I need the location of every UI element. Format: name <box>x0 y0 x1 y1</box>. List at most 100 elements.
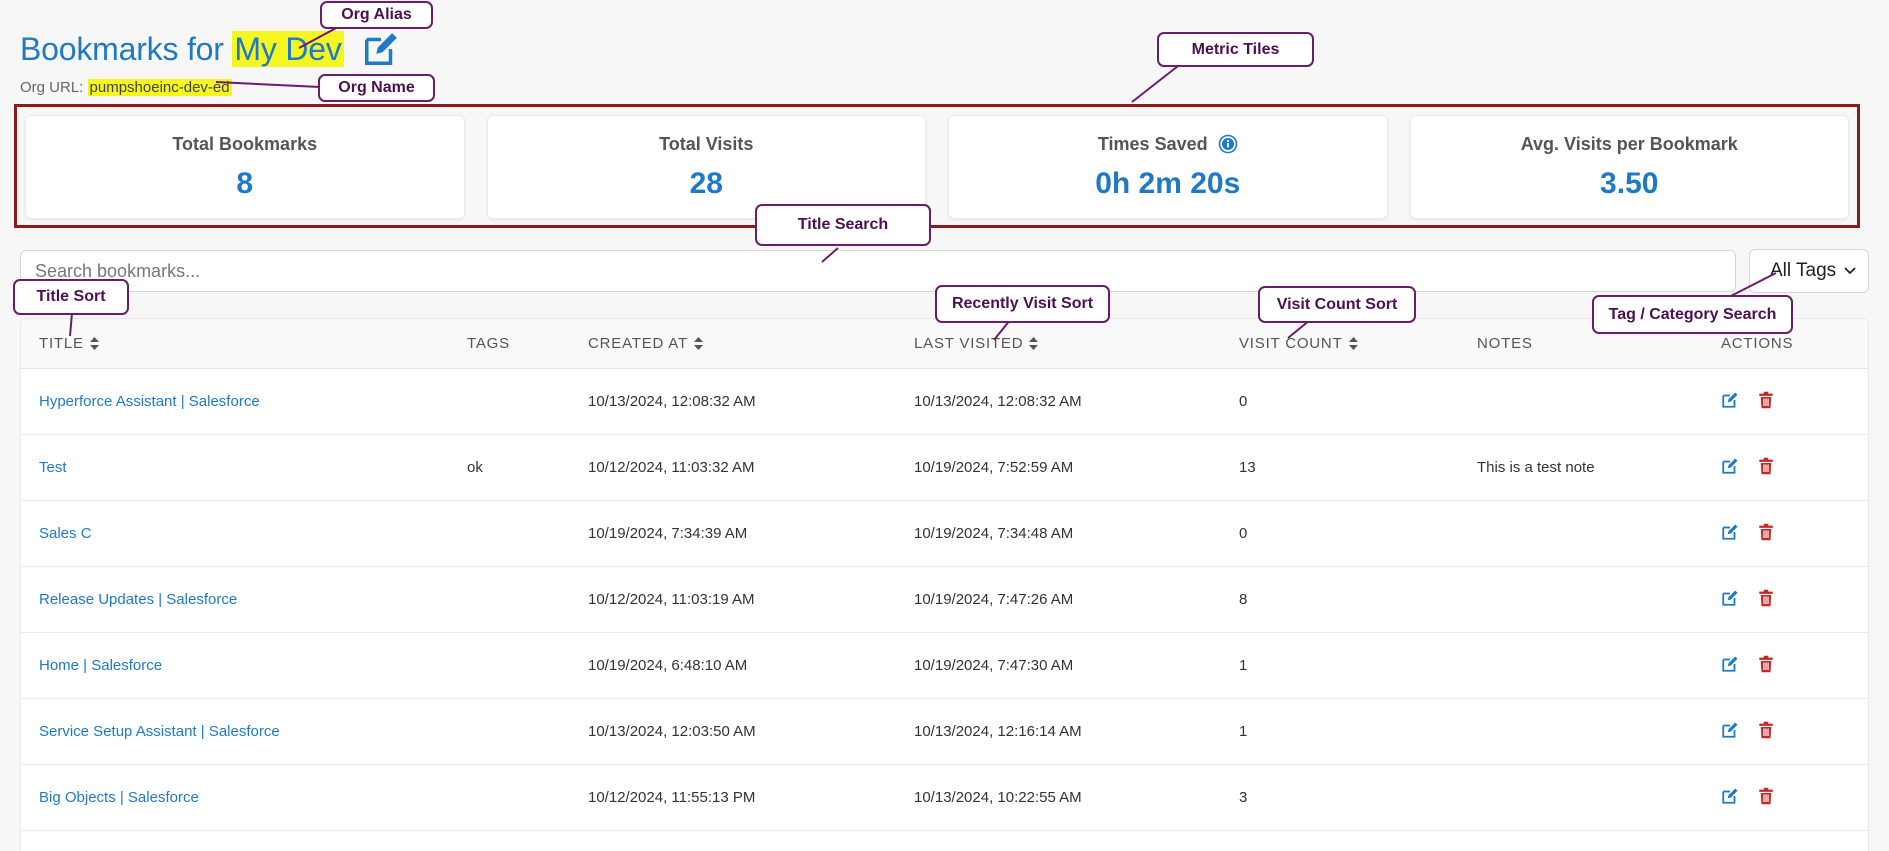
header-visit-count-label: VISIT COUNT <box>1239 335 1343 352</box>
org-url: Org URL: pumpshoeinc-dev-ed <box>20 79 232 96</box>
table-row: Home | Salesforce 10/19/2024, 6:48:10 AM 1… <box>21 633 1868 699</box>
bookmark-created-at: 10/19/2024, 7:34:39 AM <box>588 525 748 542</box>
row-actions <box>1721 523 1775 545</box>
bookmark-tags: ok <box>467 459 483 476</box>
header-created-label: CREATED AT <box>588 335 688 352</box>
callout-metric-tiles: Metric Tiles <box>1157 32 1314 67</box>
bookmark-last-visited: 10/19/2024, 7:52:59 AM <box>914 459 1074 476</box>
edit-alias-icon[interactable] <box>362 30 400 68</box>
bookmark-visit-count: 1 <box>1239 723 1248 740</box>
trash-icon[interactable] <box>1757 457 1775 479</box>
header-title[interactable]: TITLE <box>39 335 99 352</box>
sort-icon[interactable] <box>1348 337 1358 350</box>
title-prefix: Bookmarks for <box>20 30 233 67</box>
bookmark-title-link[interactable]: Service Setup Assistant | Salesforce <box>39 723 280 740</box>
metric-label: Total Bookmarks <box>172 134 317 155</box>
bookmark-created-at: 10/12/2024, 11:55:13 PM <box>588 789 756 806</box>
bookmark-visit-count: 0 <box>1239 393 1248 410</box>
bookmark-title-link[interactable]: Hyperforce Assistant | Salesforce <box>39 393 260 410</box>
bookmarks-page: Bookmarks for My Dev Org URL: pumpshoein… <box>0 0 1889 851</box>
bookmark-title-link[interactable]: Test <box>39 459 67 476</box>
metric-label-text: Times Saved <box>1097 133 1208 154</box>
edit-icon[interactable] <box>1721 457 1739 479</box>
table-row: Release Updates | Salesforce 10/12/2024, … <box>21 567 1868 633</box>
callout-title-sort: Title Sort <box>13 279 129 315</box>
metric-label-text: Avg. Visits per Bookmark <box>1520 133 1738 154</box>
row-actions <box>1721 655 1775 677</box>
bookmark-visit-count: 0 <box>1239 525 1248 542</box>
metric-tile-total-bookmarks: Total Bookmarks 8 <box>25 115 465 219</box>
trash-icon[interactable] <box>1757 523 1775 545</box>
sort-icon[interactable] <box>89 337 99 350</box>
sort-icon[interactable] <box>1029 337 1039 350</box>
bookmark-last-visited: 10/19/2024, 7:47:26 AM <box>914 591 1074 608</box>
tag-filter-value: All Tags <box>1770 260 1837 281</box>
metric-tiles: Total Bookmarks 8 Total Visits 28 Times … <box>14 104 1860 228</box>
bookmark-created-at: 10/13/2024, 12:03:50 AM <box>588 723 756 740</box>
page-header: Bookmarks for My Dev <box>20 30 400 68</box>
bookmark-last-visited: 10/13/2024, 10:22:55 AM <box>914 789 1082 806</box>
search-input[interactable] <box>20 250 1736 292</box>
table-row: Hyperforce Assistant | Salesforce 10/13/2… <box>21 369 1868 435</box>
metric-value: 28 <box>689 166 723 200</box>
bookmark-visit-count: 8 <box>1239 591 1248 608</box>
bookmark-title-link[interactable]: Release Updates | Salesforce <box>39 591 237 608</box>
metric-label: Avg. Visits per Bookmark <box>1521 134 1738 155</box>
table-row: Sales C 10/19/2024, 7:34:39 AM 10/19/2024,… <box>21 501 1868 567</box>
header-last-visited-label: LAST VISITED <box>914 335 1024 352</box>
header-tags-label: TAGS <box>467 335 510 352</box>
edit-icon[interactable] <box>1721 721 1739 743</box>
bookmark-visit-count: 1 <box>1239 657 1248 674</box>
row-actions <box>1721 457 1775 479</box>
metric-value: 8 <box>236 166 254 200</box>
callout-tag-category-search: Tag / Category Search <box>1592 295 1793 334</box>
org-alias: My Dev <box>232 30 344 67</box>
bookmark-notes: This is a test note <box>1477 459 1595 476</box>
trash-icon[interactable] <box>1757 589 1775 611</box>
header-notes: NOTES <box>1477 335 1533 352</box>
sort-icon[interactable] <box>693 337 703 350</box>
trash-icon[interactable] <box>1757 721 1775 743</box>
bookmark-created-at: 10/13/2024, 12:08:32 AM <box>588 393 756 410</box>
table-row: Test ok 10/12/2024, 11:03:32 AM 10/19/2024,… <box>21 435 1868 501</box>
metric-label: Times Saved <box>1098 134 1238 155</box>
trash-icon[interactable] <box>1757 391 1775 413</box>
metric-label: Total Visits <box>659 134 753 155</box>
info-icon[interactable] <box>1218 134 1238 154</box>
table-header: TITLE TAGS CREATED AT LAST VISITED VISIT… <box>21 319 1868 369</box>
header-created-at[interactable]: CREATED AT <box>588 335 703 352</box>
metric-value: 3.50 <box>1600 166 1659 200</box>
edit-icon[interactable] <box>1721 655 1739 677</box>
bookmark-visit-count: 3 <box>1239 789 1248 806</box>
bookmark-created-at: 10/12/2024, 11:03:19 AM <box>588 591 755 608</box>
bookmark-title-link[interactable]: Big Objects | Salesforce <box>39 789 199 806</box>
callout-recently-visit-sort: Recently Visit Sort <box>935 285 1110 323</box>
bookmark-title-link[interactable]: Sales C <box>39 525 92 542</box>
bookmark-last-visited: 10/13/2024, 12:16:14 AM <box>914 723 1082 740</box>
org-url-label: Org URL: <box>20 79 88 96</box>
callout-org-alias: Org Alias <box>320 1 433 29</box>
bookmark-visit-count: 13 <box>1239 459 1256 476</box>
org-name[interactable]: pumpshoeinc-dev-ed <box>87 79 232 96</box>
bookmark-title-link[interactable]: Home | Salesforce <box>39 657 162 674</box>
edit-icon[interactable] <box>1721 523 1739 545</box>
callout-title-search: Title Search <box>755 204 931 246</box>
bookmark-last-visited: 10/19/2024, 7:34:48 AM <box>914 525 1074 542</box>
edit-icon[interactable] <box>1721 391 1739 413</box>
bookmark-created-at: 10/19/2024, 6:48:10 AM <box>588 657 748 674</box>
tag-filter-select[interactable]: All Tags <box>1749 249 1869 293</box>
table-body: Hyperforce Assistant | Salesforce 10/13/2… <box>21 369 1868 831</box>
metric-tile-times-saved: Times Saved 0h 2m 20s <box>948 115 1388 219</box>
edit-icon[interactable] <box>1721 787 1739 809</box>
trash-icon[interactable] <box>1757 787 1775 809</box>
edit-icon[interactable] <box>1721 589 1739 611</box>
metric-value: 0h 2m 20s <box>1095 166 1241 200</box>
header-actions: ACTIONS <box>1721 335 1793 352</box>
page-title: Bookmarks for My Dev <box>20 30 344 68</box>
header-title-label: TITLE <box>39 335 84 352</box>
bookmark-created-at: 10/12/2024, 11:03:32 AM <box>588 459 755 476</box>
header-visit-count[interactable]: VISIT COUNT <box>1239 335 1358 352</box>
header-last-visited[interactable]: LAST VISITED <box>914 335 1039 352</box>
bookmark-last-visited: 10/13/2024, 12:08:32 AM <box>914 393 1082 410</box>
trash-icon[interactable] <box>1757 655 1775 677</box>
